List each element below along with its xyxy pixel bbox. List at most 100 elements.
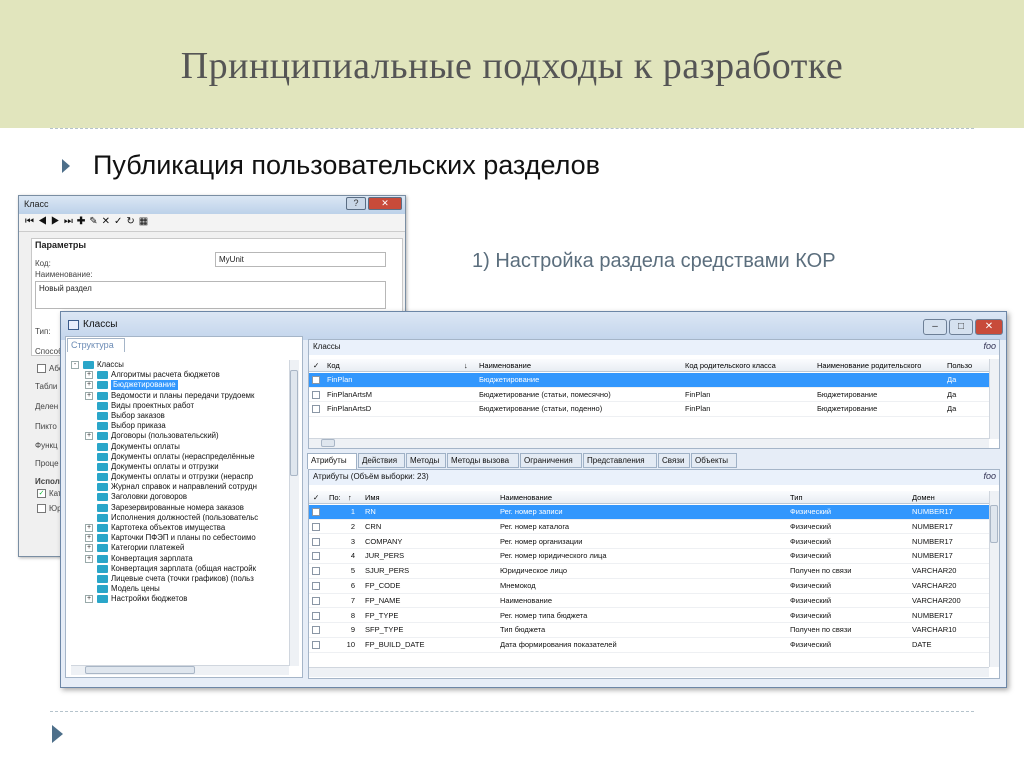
row-checkbox[interactable] [312, 611, 320, 620]
sort-down-icon[interactable]: ↓ [464, 361, 468, 370]
row-checkbox[interactable] [312, 537, 320, 546]
col-parent-code[interactable]: Код родительского класса [685, 361, 776, 370]
tree-node[interactable]: Модель цены [71, 584, 293, 594]
col-order[interactable]: По: [329, 493, 341, 502]
refresh-icon[interactable]: ↻ [126, 216, 138, 227]
expand-icon[interactable]: + [85, 544, 93, 553]
add-icon[interactable]: ✚ [77, 216, 89, 227]
row-checkbox[interactable] [312, 522, 320, 531]
col-attr-name[interactable]: Имя [365, 493, 380, 502]
tab-2[interactable]: Методы [406, 453, 446, 468]
expand-icon[interactable]: + [85, 391, 93, 400]
col-name[interactable]: Наименование [479, 361, 531, 370]
col-attr-type[interactable]: Тип [790, 493, 803, 502]
tree-node[interactable]: - Классы [71, 360, 293, 370]
maximize-button[interactable]: □ [949, 319, 973, 335]
tab-3[interactable]: Методы вызова [447, 453, 519, 468]
tree-hscroll[interactable] [71, 665, 289, 675]
row-checkbox[interactable] [312, 626, 320, 635]
tree-node[interactable]: Виды проектных работ [71, 401, 293, 411]
tab-6[interactable]: Связи [658, 453, 690, 468]
col-parent-name[interactable]: Наименование родительского [817, 361, 921, 370]
attrs-vscroll[interactable] [989, 491, 999, 667]
attrs-hscroll[interactable] [309, 667, 989, 677]
tree-hscroll-thumb[interactable] [85, 666, 195, 674]
tab-structure[interactable]: Структура [67, 338, 125, 352]
tab-1[interactable]: Действия [358, 453, 405, 468]
last-icon[interactable]: ⏭ [64, 216, 77, 227]
expand-icon[interactable]: + [85, 371, 93, 380]
tree-node[interactable]: + Договоры (пользовательский) [71, 431, 293, 441]
classes-hscroll-thumb[interactable] [321, 439, 335, 447]
window-close-button[interactable]: ✕ [975, 319, 1003, 335]
table-row[interactable]: 4 JUR_PERS Рег. номер юридического лица Физ… [309, 549, 989, 564]
tab-5[interactable]: Представления [583, 453, 657, 468]
col-attr-domain[interactable]: Домен [912, 493, 935, 502]
calculator-icon[interactable]: ▦ [139, 216, 152, 227]
tree-node[interactable]: Документы оплаты (нераспределённые [71, 452, 293, 462]
tree-node[interactable]: + Картотека объектов имущества [71, 523, 293, 533]
expand-icon[interactable]: + [85, 554, 93, 563]
tree-node[interactable]: + Карточки ПФЭП и планы по себестоимо [71, 533, 293, 543]
apply-icon[interactable]: ✓ [114, 216, 126, 227]
tree-node[interactable]: + Категории платежей [71, 543, 293, 553]
expand-icon[interactable]: + [85, 524, 93, 532]
row-checkbox[interactable] [312, 376, 320, 384]
collapse-icon[interactable]: - [71, 361, 79, 369]
tree-node[interactable]: + Ведомости и планы передачи трудоемк [71, 391, 293, 401]
table-row[interactable]: 5 SJUR_PERS Юридическое лицо Получен по свя… [309, 564, 989, 579]
table-row[interactable]: FinPlan Бюджетирование Да [309, 373, 989, 388]
tab-0[interactable]: Атрибуты [307, 453, 357, 469]
table-row[interactable]: 1 RN Рег. номер записи Физический NUMBER17 [309, 505, 989, 520]
tree-node[interactable]: Заголовки договоров [71, 492, 293, 502]
table-row[interactable]: 7 FP_NAME Наименование Физический VARCHAR200 [309, 594, 989, 609]
minimize-button[interactable]: – [923, 319, 947, 335]
next-icon[interactable]: ▶ [51, 216, 64, 227]
fx-icon[interactable]: foo [983, 341, 996, 351]
close-button[interactable]: ✕ [368, 197, 402, 210]
table-row[interactable]: 8 FP_TYPE Рег. номер типа бюджета Физически… [309, 609, 989, 624]
tree-node[interactable]: Зарезервированные номера заказов [71, 503, 293, 513]
tree-node[interactable]: Лицевые счета (точки графиков) (польз [71, 574, 293, 584]
expand-icon[interactable]: + [85, 534, 93, 543]
expand-icon[interactable]: + [85, 432, 93, 441]
table-row[interactable]: 9 SFP_TYPE Тип бюджета Получен по связи VARC… [309, 623, 989, 638]
table-row[interactable]: FinPlanArtsM Бюджетирование (статьи, поме… [309, 388, 989, 403]
table-row[interactable]: FinPlanArtsD Бюджетирование (статьи, поде… [309, 402, 989, 417]
tree-node[interactable]: Документы оплаты [71, 442, 293, 452]
table-row[interactable]: 2 CRN Рег. номер каталога Физический NUMBER1… [309, 520, 989, 535]
col-code[interactable]: Код [327, 361, 340, 370]
attrs-fx-icon[interactable]: foo [983, 471, 996, 481]
sort-up-icon[interactable]: ↑ [348, 493, 352, 502]
help-button[interactable]: ? [346, 197, 366, 210]
expand-icon[interactable]: + [85, 381, 93, 390]
tree-node[interactable]: Конвертация зарплата (общая настройк [71, 564, 293, 574]
expand-icon[interactable]: + [85, 595, 93, 604]
table-row[interactable]: 6 FP_CODE Мнемокод Физический VARCHAR20 [309, 579, 989, 594]
tab-7[interactable]: Объекты [691, 453, 737, 468]
usage-checkbox-1[interactable]: ✓ [37, 489, 46, 498]
tab-4[interactable]: Ограничения [520, 453, 582, 468]
row-checkbox[interactable] [312, 552, 320, 561]
abs-checkbox[interactable] [37, 364, 46, 373]
col-user[interactable]: Пользо [947, 361, 972, 370]
tree-vscroll[interactable] [289, 360, 299, 666]
tree-node[interactable]: + Конвертация зарплата [71, 554, 293, 564]
usage-checkbox-2[interactable] [37, 504, 46, 513]
table-row[interactable]: 10 FP_BUILD_DATE Дата формирования показат… [309, 638, 989, 653]
name-input[interactable]: Новый раздел [35, 281, 386, 309]
tree-node[interactable]: Журнал справок и направлений сотрудн [71, 482, 293, 492]
row-checkbox[interactable] [312, 390, 320, 399]
tree-node[interactable]: + Алгоритмы расчета бюджетов [71, 370, 293, 380]
delete-icon[interactable]: ✕ [102, 216, 114, 227]
tree-vscroll-thumb[interactable] [290, 370, 298, 476]
row-checkbox[interactable] [312, 582, 320, 590]
row-checkbox[interactable] [312, 596, 320, 605]
tree-node[interactable]: + Бюджетирование [71, 380, 293, 391]
attrs-vscroll-thumb[interactable] [990, 505, 998, 543]
row-checkbox[interactable] [312, 405, 320, 414]
tree-node[interactable]: Выбор приказа [71, 421, 293, 431]
first-icon[interactable]: ⏮ [25, 216, 38, 227]
tree-node[interactable]: + Настройки бюджетов [71, 594, 293, 604]
edit-icon[interactable]: ✎ [89, 216, 101, 227]
